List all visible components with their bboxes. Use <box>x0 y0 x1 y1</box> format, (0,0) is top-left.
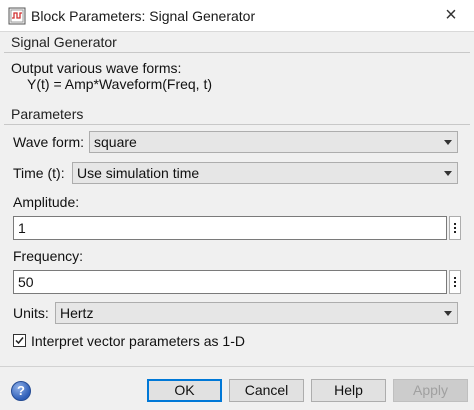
units-value: Hertz <box>60 305 94 321</box>
chevron-down-icon <box>444 140 452 145</box>
close-icon: × <box>445 4 457 26</box>
units-select[interactable]: Hertz <box>55 302 458 324</box>
frequency-label: Frequency: <box>13 248 84 264</box>
frequency-input[interactable]: 50 <box>13 270 447 294</box>
checkmark-icon <box>15 337 24 345</box>
amplitude-options-button[interactable] <box>449 216 461 240</box>
interpret-vector-label[interactable]: Interpret vector parameters as 1-D <box>31 333 245 349</box>
amplitude-label: Amplitude: <box>13 194 80 210</box>
description-group-title: Signal Generator <box>11 34 117 50</box>
apply-button[interactable]: Apply <box>393 379 468 402</box>
interpret-vector-checkbox[interactable] <box>13 334 26 347</box>
close-button[interactable]: × <box>428 0 474 32</box>
ok-button[interactable]: OK <box>147 379 222 402</box>
help-button[interactable]: Help <box>311 379 386 402</box>
time-select[interactable]: Use simulation time <box>72 162 458 184</box>
simulink-block-icon <box>8 7 26 25</box>
amplitude-value: 1 <box>18 220 26 236</box>
button-bar-divider <box>0 366 474 367</box>
amplitude-input[interactable]: 1 <box>13 216 447 240</box>
chevron-down-icon <box>444 311 452 316</box>
kebab-dot <box>454 277 456 279</box>
help-icon[interactable]: ? <box>11 381 31 401</box>
kebab-dot <box>454 227 456 229</box>
wave-form-select[interactable]: square <box>89 131 458 153</box>
kebab-dot <box>454 285 456 287</box>
chevron-down-icon <box>444 171 452 176</box>
kebab-dot <box>454 223 456 225</box>
frequency-options-button[interactable] <box>449 270 461 294</box>
description-line-1: Output various wave forms: <box>11 60 182 76</box>
description-divider <box>4 52 470 53</box>
description-line-2: Y(t) = Amp*Waveform(Freq, t) <box>27 76 213 92</box>
kebab-dot <box>454 231 456 233</box>
cancel-button[interactable]: Cancel <box>229 379 304 402</box>
window-title: Block Parameters: Signal Generator <box>31 8 256 24</box>
time-label: Time (t): <box>13 165 65 181</box>
parameters-divider <box>4 124 470 125</box>
wave-form-label: Wave form: <box>13 134 85 150</box>
frequency-value: 50 <box>18 274 34 290</box>
wave-form-value: square <box>94 134 137 150</box>
units-label: Units: <box>13 305 49 321</box>
time-value: Use simulation time <box>77 165 200 181</box>
parameters-group-title: Parameters <box>11 106 84 122</box>
kebab-dot <box>454 281 456 283</box>
title-bar: Block Parameters: Signal Generator × <box>0 0 474 32</box>
